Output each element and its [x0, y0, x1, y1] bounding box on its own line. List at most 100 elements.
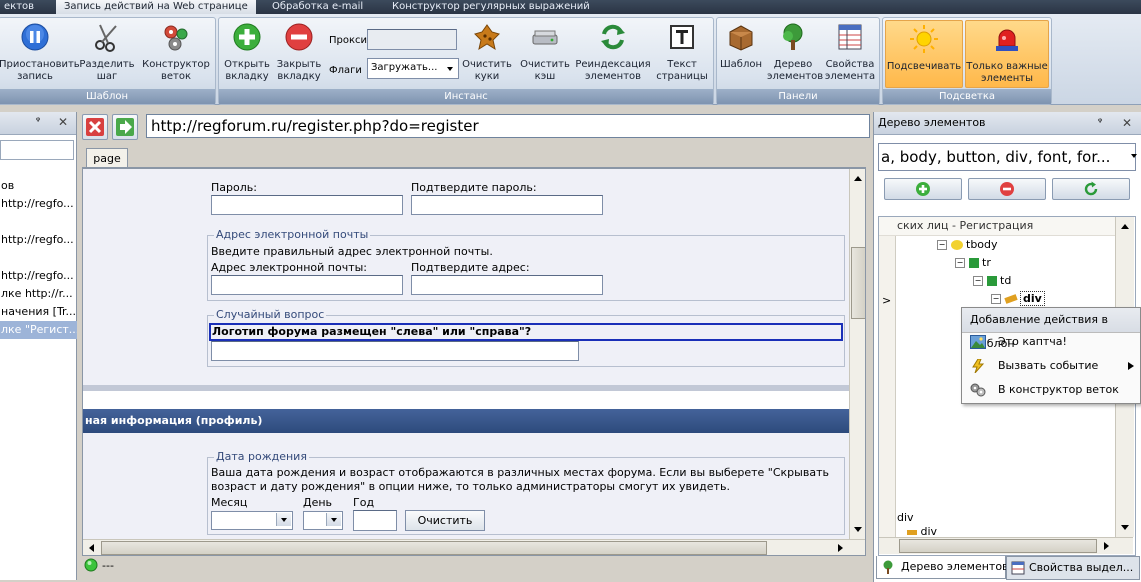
- left-panel-filter[interactable]: [0, 140, 74, 160]
- tree-node-tr[interactable]: − tr: [955, 254, 991, 272]
- tree-node-tbody[interactable]: − tbody: [937, 236, 998, 254]
- year-field[interactable]: [353, 510, 397, 531]
- tree-root-node[interactable]: ских лиц - Регистрация: [897, 217, 1033, 235]
- remove-filter-button[interactable]: [968, 178, 1046, 200]
- tab-regex-constructor[interactable]: Конструктор регулярных выражений: [392, 0, 590, 14]
- pin-icon[interactable]: ᵠ: [36, 116, 40, 127]
- tree-hscrollbar[interactable]: [879, 537, 1133, 554]
- tab-page[interactable]: page: [86, 148, 128, 169]
- scroll-left-icon[interactable]: [85, 541, 99, 555]
- tree-hscroll-thumb[interactable]: [899, 539, 1097, 553]
- tab-web-recording[interactable]: Запись действий на Web странице: [56, 0, 256, 14]
- highlight-button[interactable]: Подсвечивать: [885, 20, 963, 88]
- menu-item-label: Это каптча!: [998, 335, 1067, 348]
- list-item[interactable]: http://regfo...: [0, 267, 77, 285]
- birthdate-text-line-2: возраст и дату рождения" в опции ниже, т…: [211, 480, 730, 493]
- tree-node-label: div: [920, 526, 938, 536]
- tab-element-tree[interactable]: Дерево элементов: [876, 556, 1009, 579]
- tree-node-label: tbody: [966, 238, 998, 251]
- tag-filter-select[interactable]: a, body, button, div, font, for...: [878, 143, 1137, 171]
- element-tree-button[interactable]: Дерево элементов: [767, 22, 824, 83]
- close-icon[interactable]: ✕: [1122, 112, 1132, 134]
- list-item-selected[interactable]: лке "Регист...: [0, 321, 77, 339]
- flags-select[interactable]: Загружать...: [367, 58, 459, 79]
- proxy-input[interactable]: [367, 29, 457, 50]
- list-item[interactable]: http://regfo...: [0, 231, 77, 249]
- random-answer-field[interactable]: [211, 341, 579, 361]
- list-item[interactable]: http://regfo...: [0, 195, 77, 213]
- browser-hscrollbar[interactable]: [83, 539, 865, 555]
- refresh-tree-button[interactable]: [1052, 178, 1130, 200]
- confirm-password-label: Подтвердите пароль:: [411, 181, 537, 194]
- collapse-icon[interactable]: −: [937, 240, 947, 250]
- pause-record-button[interactable]: Приостановить запись: [0, 22, 80, 83]
- tree-node-div-selected[interactable]: − div: [991, 290, 1045, 308]
- url-input[interactable]: http://regforum.ru/register.php?do=regis…: [146, 114, 870, 138]
- scroll-down-icon[interactable]: [1118, 521, 1132, 535]
- tag-node-icon: [907, 529, 917, 535]
- gears-icon: [970, 383, 986, 397]
- random-question-legend: Случайный вопрос: [214, 308, 327, 321]
- hscroll-thumb[interactable]: [101, 541, 767, 555]
- scroll-right-icon[interactable]: [833, 541, 847, 555]
- split-step-button[interactable]: Разделить шаг: [79, 22, 135, 83]
- tag-node-icon: [986, 276, 997, 286]
- tab-email-processing[interactable]: Обработка e-mail: [272, 0, 363, 14]
- scroll-right-icon[interactable]: [1099, 539, 1113, 553]
- element-tree-label-2: элементов: [767, 71, 824, 82]
- scroll-thumb[interactable]: [851, 247, 865, 319]
- email-legend: Адрес электронной почты: [214, 228, 371, 241]
- confirm-email-field[interactable]: [411, 275, 603, 295]
- important-only-label-1: Только важные: [966, 61, 1048, 72]
- reindex-button[interactable]: Реиндексация элементов: [575, 22, 651, 83]
- day-select[interactable]: [303, 511, 343, 530]
- element-props-button[interactable]: Свойства элемента: [823, 22, 877, 83]
- clear-button[interactable]: Очистить: [405, 510, 485, 531]
- important-only-button[interactable]: Только важные элементы: [965, 20, 1049, 88]
- tab-projects[interactable]: ектов: [0, 0, 38, 14]
- open-tab-button[interactable]: Открыть вкладку: [221, 22, 273, 83]
- add-filter-button[interactable]: [884, 178, 962, 200]
- birthdate-text-line-1: Ваша дата рождения и возраст отображаютс…: [211, 466, 829, 479]
- month-select[interactable]: [211, 511, 293, 530]
- pin-icon[interactable]: ᵠ: [1098, 112, 1102, 134]
- collapse-icon[interactable]: −: [991, 294, 1001, 304]
- tree-node-td[interactable]: − td: [973, 272, 1011, 290]
- scroll-down-icon[interactable]: [851, 523, 865, 537]
- email-field[interactable]: [211, 275, 403, 295]
- go-button[interactable]: [112, 114, 138, 140]
- plus-circle-icon: [916, 182, 930, 196]
- list-item[interactable]: [0, 213, 77, 231]
- clear-cache-button[interactable]: Очистить кэш: [517, 22, 573, 83]
- close-tab-button[interactable]: Закрыть вкладку: [273, 22, 325, 83]
- list-item[interactable]: ов: [0, 177, 77, 195]
- password-field[interactable]: [211, 195, 403, 215]
- clear-cookies-button[interactable]: Очистить куки: [461, 22, 513, 83]
- template-panel-button[interactable]: Шаблон: [717, 22, 765, 71]
- list-item[interactable]: начения [Tr...: [0, 303, 77, 321]
- tree-node-label: tr: [982, 256, 991, 269]
- menu-item-to-branch-constructor[interactable]: В конструктор веток: [962, 378, 1140, 402]
- tree-node-div-lower-child[interactable]: div: [907, 526, 937, 536]
- collapse-icon[interactable]: −: [973, 276, 983, 286]
- list-item[interactable]: лке http://r...: [0, 285, 77, 303]
- scroll-up-icon[interactable]: [851, 171, 865, 185]
- pause-record-label-1: Приостановить: [0, 59, 80, 70]
- confirm-password-field[interactable]: [411, 195, 603, 215]
- stop-button[interactable]: [82, 114, 108, 140]
- branch-constructor-button[interactable]: Конструктор веток: [141, 22, 211, 83]
- refresh-icon: [1084, 181, 1098, 196]
- close-icon[interactable]: ✕: [58, 115, 68, 129]
- page-text-button[interactable]: Текст страницы: [655, 22, 709, 83]
- flags-select-value: Загружать...: [371, 62, 438, 73]
- browser-vscrollbar[interactable]: [849, 169, 865, 539]
- menu-item-trigger-event[interactable]: Вызвать событие: [962, 354, 1140, 378]
- tab-selection-props[interactable]: Свойства выдел...: [1006, 556, 1140, 580]
- properties-grid-icon: [838, 24, 862, 50]
- list-item[interactable]: [0, 249, 77, 267]
- properties-grid-icon: [1011, 561, 1025, 575]
- menu-item-captcha[interactable]: Это каптча!: [962, 330, 1140, 354]
- tree-node-div-lower[interactable]: div: [897, 509, 914, 527]
- scroll-up-icon[interactable]: [1118, 219, 1132, 233]
- collapse-icon[interactable]: −: [955, 258, 965, 268]
